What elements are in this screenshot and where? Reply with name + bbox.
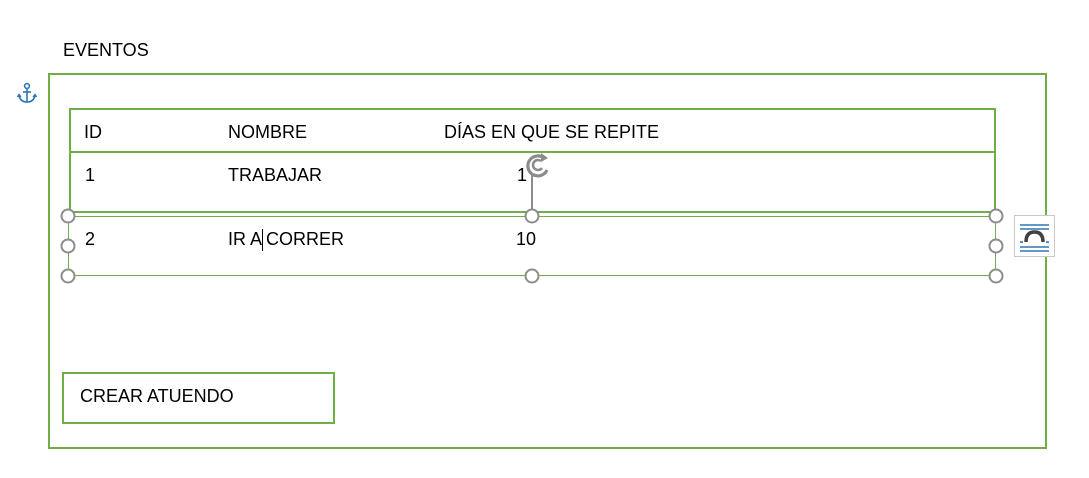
resize-handle-bottom-left[interactable] xyxy=(60,268,76,284)
resize-handle-bottom-center[interactable] xyxy=(524,268,540,284)
rotate-handle-icon[interactable] xyxy=(520,150,556,182)
page-title: EVENTOS xyxy=(63,40,149,60)
layout-options-button[interactable] xyxy=(1014,215,1055,257)
resize-handle-top-center[interactable] xyxy=(524,208,540,224)
row-1-id: 1 xyxy=(85,165,96,185)
row-2-days: 10 xyxy=(516,229,537,249)
create-outfit-label: CREAR ATUENDO xyxy=(80,386,234,406)
resize-handle-top-left[interactable] xyxy=(60,208,76,224)
resize-handle-middle-left[interactable] xyxy=(60,238,76,254)
layout-options-icon xyxy=(1020,224,1049,252)
column-header-name: NOMBRE xyxy=(228,122,308,142)
resize-handle-middle-right[interactable] xyxy=(988,238,1004,254)
text-cursor xyxy=(262,229,263,251)
column-header-id: ID xyxy=(84,122,102,142)
row-1-name: TRABAJAR xyxy=(228,165,323,185)
create-outfit-button[interactable]: CREAR ATUENDO xyxy=(62,372,335,424)
row-2-id: 2 xyxy=(85,229,96,249)
column-header-days: DÍAS EN QUE SE REPITE xyxy=(444,122,660,142)
resize-handle-top-right[interactable] xyxy=(988,208,1004,224)
resize-handle-bottom-right[interactable] xyxy=(988,268,1004,284)
row-2-name[interactable]: IR A CORRER xyxy=(228,229,344,249)
anchor-icon[interactable] xyxy=(16,82,38,106)
